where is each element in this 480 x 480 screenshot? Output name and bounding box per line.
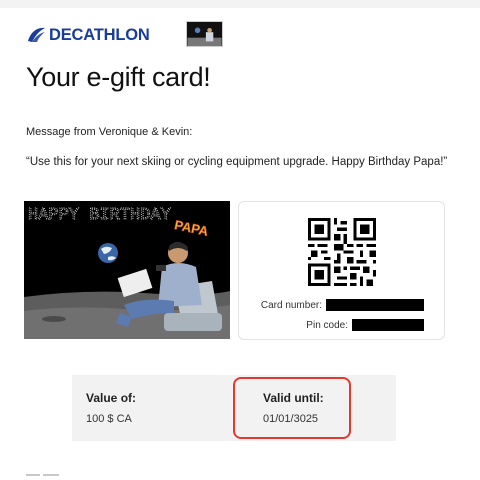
message-from: Message from Veronique & Kevin: [26, 126, 193, 138]
top-bar [0, 0, 480, 8]
brand-logo[interactable]: DECATHLON [26, 20, 150, 50]
decathlon-logo-icon [28, 27, 45, 42]
card-number-redacted [326, 299, 424, 311]
thumbnail-image [187, 22, 222, 46]
qr-code[interactable] [308, 218, 376, 286]
card-number-row: Card number: [261, 299, 424, 311]
pin-code-redacted [352, 319, 424, 331]
qr-code-icon [308, 218, 376, 286]
birthday-photo: HAPPY BIRTHDAY PAPA [24, 201, 230, 339]
page-title: Your e-gift card! [26, 62, 211, 92]
card-number-label: Card number: [260, 299, 322, 311]
photo-thumbnail[interactable] [186, 21, 223, 47]
value-amount: 100 $ CA [86, 413, 132, 425]
gift-card-details: Card number: Pin code: [238, 201, 445, 340]
brand-name: DECATHLON [49, 25, 150, 44]
email-page: DECATHLON Your e-gift card! Message from… [0, 0, 480, 480]
banner-text: HAPPY BIRTHDAY [28, 206, 171, 225]
pin-code-row: Pin code: [306, 319, 424, 331]
pin-code-label: Pin code: [306, 319, 348, 331]
valid-until-highlight [233, 377, 351, 439]
value-label: Value of: [86, 391, 137, 405]
message-body: “Use this for your next skiing or cyclin… [26, 156, 448, 168]
birthday-photo-image: HAPPY BIRTHDAY PAPA [24, 201, 230, 339]
truncated-text [26, 474, 62, 480]
